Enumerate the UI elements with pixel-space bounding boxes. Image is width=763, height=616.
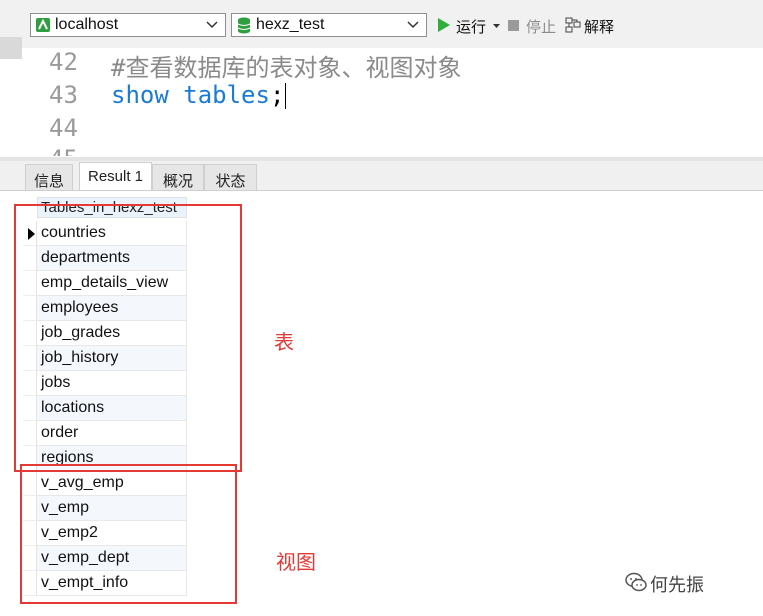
line-number: 45 bbox=[49, 145, 119, 156]
database-icon bbox=[237, 17, 251, 34]
result-tabbar: 信息 Result 1 概况 状态 bbox=[0, 161, 763, 191]
tables-highlight-box bbox=[14, 204, 242, 472]
wechat-icon bbox=[625, 572, 647, 592]
connection-value: localhost bbox=[55, 16, 119, 33]
tab-info[interactable]: 信息 bbox=[25, 164, 73, 190]
toolbar: localhost hexz_test 运行 停止 解释 bbox=[0, 0, 763, 48]
database-value: hexz_test bbox=[256, 16, 325, 33]
connection-icon bbox=[36, 18, 50, 32]
stop-label: 停止 bbox=[526, 19, 557, 36]
sql-editor[interactable]: 42 #查看数据库的表对象、视图对象 43 show tables; 44 45 bbox=[22, 48, 763, 156]
code-line-statement: show tables; bbox=[111, 81, 287, 109]
keyword-show: show bbox=[111, 81, 169, 109]
explain-label: 解释 bbox=[584, 19, 615, 36]
views-highlight-box bbox=[20, 464, 237, 604]
statement-terminator: ; bbox=[269, 81, 285, 109]
explain-icon bbox=[565, 17, 581, 33]
watermark-author: 何先振 bbox=[650, 575, 704, 595]
tables-annotation: 表 bbox=[274, 332, 294, 354]
tab-result-1[interactable]: Result 1 bbox=[79, 162, 152, 190]
database-select[interactable]: hexz_test bbox=[231, 13, 427, 37]
chevron-down-icon bbox=[206, 21, 218, 29]
play-icon bbox=[438, 18, 450, 32]
explain-button[interactable]: 解释 bbox=[565, 14, 625, 36]
line-number: 42 bbox=[49, 48, 78, 76]
connection-select[interactable]: localhost bbox=[30, 13, 226, 37]
stop-button[interactable]: 停止 bbox=[508, 14, 558, 36]
line-number: 43 bbox=[49, 81, 78, 109]
run-button[interactable]: 运行 bbox=[437, 14, 501, 36]
tab-status[interactable]: 状态 bbox=[204, 164, 257, 190]
chevron-down-icon bbox=[407, 21, 419, 29]
views-annotation: 视图 bbox=[276, 552, 316, 574]
text-caret bbox=[285, 83, 287, 109]
run-label: 运行 bbox=[456, 19, 487, 36]
editor-gutter-marker bbox=[0, 37, 22, 59]
code-line-comment: #查看数据库的表对象、视图对象 bbox=[111, 54, 462, 82]
keyword-tables: tables bbox=[183, 81, 270, 109]
tab-profile[interactable]: 概况 bbox=[152, 164, 204, 190]
stop-icon bbox=[508, 20, 519, 31]
line-number: 44 bbox=[49, 114, 78, 142]
caret-down-icon bbox=[493, 24, 500, 28]
